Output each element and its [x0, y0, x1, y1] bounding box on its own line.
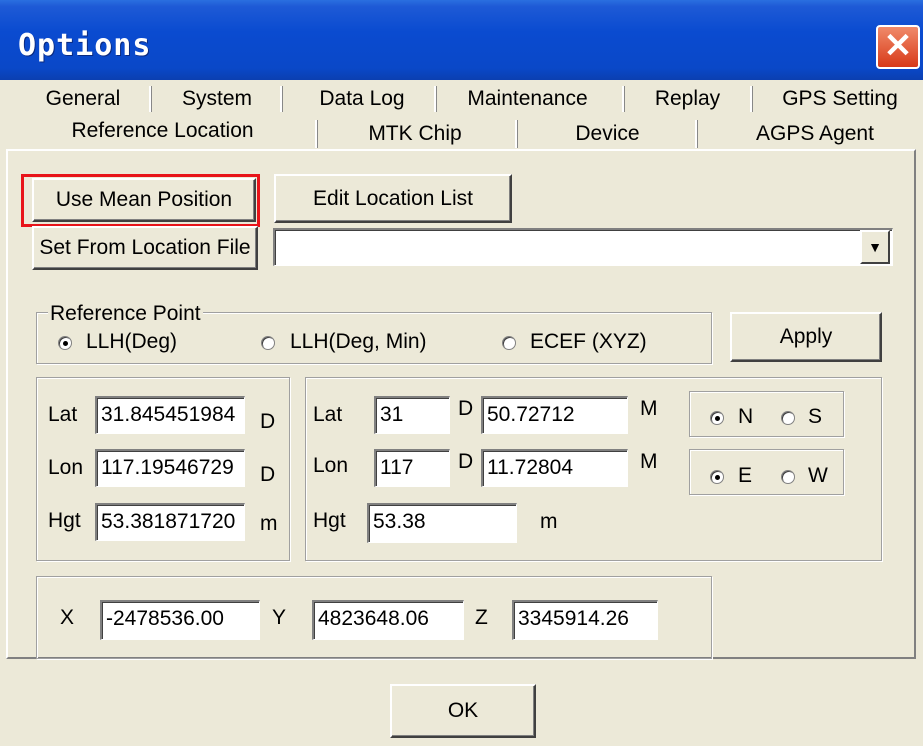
tab-maintenance[interactable]: Maintenance [455, 84, 600, 116]
highlight-box [21, 174, 260, 227]
x-label: X [60, 606, 75, 629]
lon-d-unit: D [458, 450, 474, 473]
tab-divider [695, 120, 698, 148]
lat-unit: D [260, 410, 276, 433]
lat-m-unit: M [640, 397, 658, 420]
tab-divider [315, 120, 318, 148]
tab-data-log[interactable]: Data Log [307, 84, 417, 116]
hgt-field[interactable]: 53.381871720 [95, 503, 245, 541]
lat-label: Lat [48, 403, 78, 426]
radio-west[interactable] [781, 470, 795, 484]
y-label: Y [272, 606, 287, 629]
lon-label: Lon [48, 456, 84, 479]
lon-deg-field[interactable]: 117 [374, 449, 450, 487]
hgt-field[interactable]: 53.38 [367, 503, 517, 543]
ok-button[interactable]: OK [390, 684, 536, 738]
hgt-unit: m [260, 512, 278, 535]
tab-device[interactable]: Device [550, 119, 665, 151]
radio-east-label[interactable]: E [738, 464, 752, 488]
hgt-label: Hgt [313, 509, 346, 532]
edit-location-list-button[interactable]: Edit Location List [274, 174, 512, 223]
lon-label: Lon [313, 454, 349, 477]
title-bar[interactable]: Options ✕ [0, 0, 923, 80]
tab-divider [515, 120, 518, 148]
radio-north[interactable] [710, 411, 724, 425]
location-file-select[interactable] [273, 228, 893, 266]
radio-south[interactable] [781, 411, 795, 425]
lon-min-field[interactable]: 11.72804 [481, 449, 628, 487]
lon-unit: D [260, 463, 276, 486]
lat-min-field[interactable]: 50.72712 [481, 396, 628, 434]
tab-replay[interactable]: Replay [640, 84, 735, 116]
radio-east[interactable] [710, 470, 724, 484]
lat-label: Lat [313, 403, 343, 426]
radio-west-label[interactable]: W [808, 464, 828, 488]
hgt-label: Hgt [48, 509, 81, 532]
z-field[interactable]: 3345914.26 [512, 600, 658, 640]
radio-llh-deg-min[interactable] [261, 336, 275, 350]
set-from-location-file-button[interactable]: Set From Location File [32, 226, 258, 270]
tab-divider [280, 86, 283, 112]
hgt-unit: m [540, 510, 558, 533]
lat-d-unit: D [458, 397, 474, 420]
close-icon[interactable]: ✕ [876, 25, 920, 69]
lon-deg-field[interactable]: 117.19546729 [95, 449, 245, 487]
y-field[interactable]: 4823648.06 [312, 600, 464, 640]
tab-agps-agent[interactable]: AGPS Agent [735, 119, 895, 151]
tab-divider [434, 86, 437, 112]
radio-south-label[interactable]: S [808, 405, 822, 429]
tab-reference-location[interactable]: Reference Location [50, 116, 275, 148]
z-label: Z [475, 606, 488, 629]
tab-divider [149, 86, 152, 112]
radio-llh-deg-label[interactable]: LLH(Deg) [86, 330, 177, 354]
tab-divider [750, 86, 753, 112]
radio-llh-deg[interactable] [58, 336, 72, 350]
lat-deg-field[interactable]: 31 [374, 396, 450, 434]
radio-ecef-label[interactable]: ECEF (XYZ) [530, 330, 647, 354]
chevron-down-icon[interactable]: ▼ [860, 230, 890, 264]
apply-button[interactable]: Apply [730, 312, 882, 362]
window-title: Options [18, 28, 152, 63]
radio-llh-deg-min-label[interactable]: LLH(Deg, Min) [290, 330, 427, 354]
lat-deg-field[interactable]: 31.845451984 [95, 396, 245, 434]
tab-gps-setting[interactable]: GPS Setting [770, 84, 910, 116]
lon-m-unit: M [640, 450, 658, 473]
radio-north-label[interactable]: N [738, 405, 753, 429]
tab-system[interactable]: System [172, 84, 262, 116]
tab-divider [622, 86, 625, 112]
tab-mtk-chip[interactable]: MTK Chip [345, 119, 485, 151]
reference-point-label: Reference Point [48, 302, 203, 326]
tab-general[interactable]: General [38, 84, 128, 116]
radio-ecef[interactable] [502, 336, 516, 350]
x-field[interactable]: -2478536.00 [100, 600, 260, 640]
